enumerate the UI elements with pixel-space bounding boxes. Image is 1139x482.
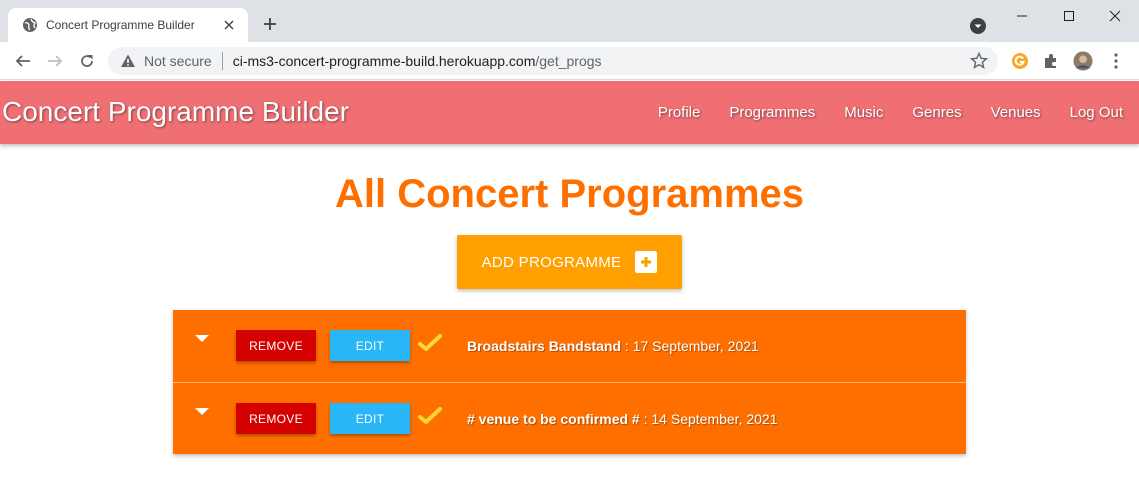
nav-link-programmes[interactable]: Programmes (729, 104, 815, 121)
site-navbar: Concert Programme Builder Profile Progra… (0, 81, 1139, 144)
grammarly-extension-icon[interactable] (1010, 51, 1030, 71)
nav-links: Profile Programmes Music Genres Venues L… (629, 81, 1123, 144)
nav-link-log-out[interactable]: Log Out (1070, 104, 1123, 121)
add-programme-button[interactable]: ADD PROGRAMME (457, 235, 682, 289)
site-brand[interactable]: Concert Programme Builder (2, 96, 349, 128)
browser-toolbar: Not secure ci-ms3-concert-programme-buil… (0, 42, 1139, 80)
omnibox-divider (221, 52, 223, 70)
expand-caret-icon[interactable] (193, 332, 211, 346)
tab-search-icon[interactable] (969, 17, 987, 35)
add-box-icon (635, 251, 658, 273)
window-close-icon[interactable] (1092, 6, 1138, 26)
url-host: ci-ms3-concert-programme-build.herokuapp… (232, 53, 536, 69)
programme-venue: # venue to be confirmed # (467, 411, 640, 427)
checkmark-icon (417, 332, 443, 354)
browser-tab-bar: Concert Programme Builder (0, 0, 1139, 42)
remove-button[interactable]: REMOVE (236, 403, 316, 434)
remove-button[interactable]: REMOVE (236, 330, 316, 361)
programme-summary: # venue to be confirmed # : 14 September… (467, 411, 778, 427)
programme-separator: : (639, 411, 652, 427)
edit-button[interactable]: EDIT (330, 403, 410, 434)
nav-link-venues[interactable]: Venues (991, 104, 1041, 121)
add-programme-label: ADD PROGRAMME (481, 253, 622, 271)
new-tab-icon[interactable] (260, 14, 280, 34)
edit-button[interactable]: EDIT (330, 330, 410, 361)
minimize-icon[interactable] (999, 6, 1045, 26)
nav-link-music[interactable]: Music (844, 104, 883, 121)
nav-link-profile[interactable]: Profile (658, 104, 701, 121)
reload-icon[interactable] (75, 50, 99, 72)
address-bar[interactable]: Not secure ci-ms3-concert-programme-buil… (108, 47, 998, 75)
menu-kebab-icon[interactable] (1106, 51, 1126, 71)
browser-tab[interactable]: Concert Programme Builder (8, 8, 248, 42)
programme-date: 17 September, 2021 (632, 338, 759, 354)
forward-arrow-icon[interactable] (43, 50, 67, 72)
profile-avatar[interactable] (1073, 51, 1093, 71)
url-path: /get_progs (535, 53, 602, 69)
checkmark-icon (417, 405, 443, 427)
programme-row[interactable]: REMOVE EDIT # venue to be confirmed # : … (173, 382, 966, 454)
nav-link-genres[interactable]: Genres (912, 104, 961, 121)
close-icon[interactable] (220, 16, 238, 34)
url-text[interactable]: ci-ms3-concert-programme-build.herokuapp… (233, 53, 602, 69)
programme-separator: : (621, 338, 633, 354)
globe-icon (22, 17, 38, 33)
back-arrow-icon[interactable] (11, 50, 35, 72)
programme-list: REMOVE EDIT Broadstairs Bandstand : 17 S… (173, 310, 966, 454)
maximize-icon[interactable] (1046, 6, 1092, 26)
tab-title: Concert Programme Builder (46, 18, 195, 32)
security-indicator[interactable]: Not secure (120, 53, 212, 69)
programme-venue: Broadstairs Bandstand (467, 338, 622, 354)
page-title: All Concert Programmes (334, 172, 805, 216)
security-label: Not secure (144, 53, 212, 69)
bookmark-star-icon[interactable] (969, 51, 989, 75)
extensions-puzzle-icon[interactable] (1041, 51, 1061, 71)
expand-caret-icon[interactable] (193, 405, 211, 419)
programme-summary: Broadstairs Bandstand : 17 September, 20… (467, 338, 759, 354)
programme-date: 14 September, 2021 (651, 411, 778, 427)
programme-row[interactable]: REMOVE EDIT Broadstairs Bandstand : 17 S… (173, 310, 966, 382)
warning-icon (121, 54, 135, 67)
